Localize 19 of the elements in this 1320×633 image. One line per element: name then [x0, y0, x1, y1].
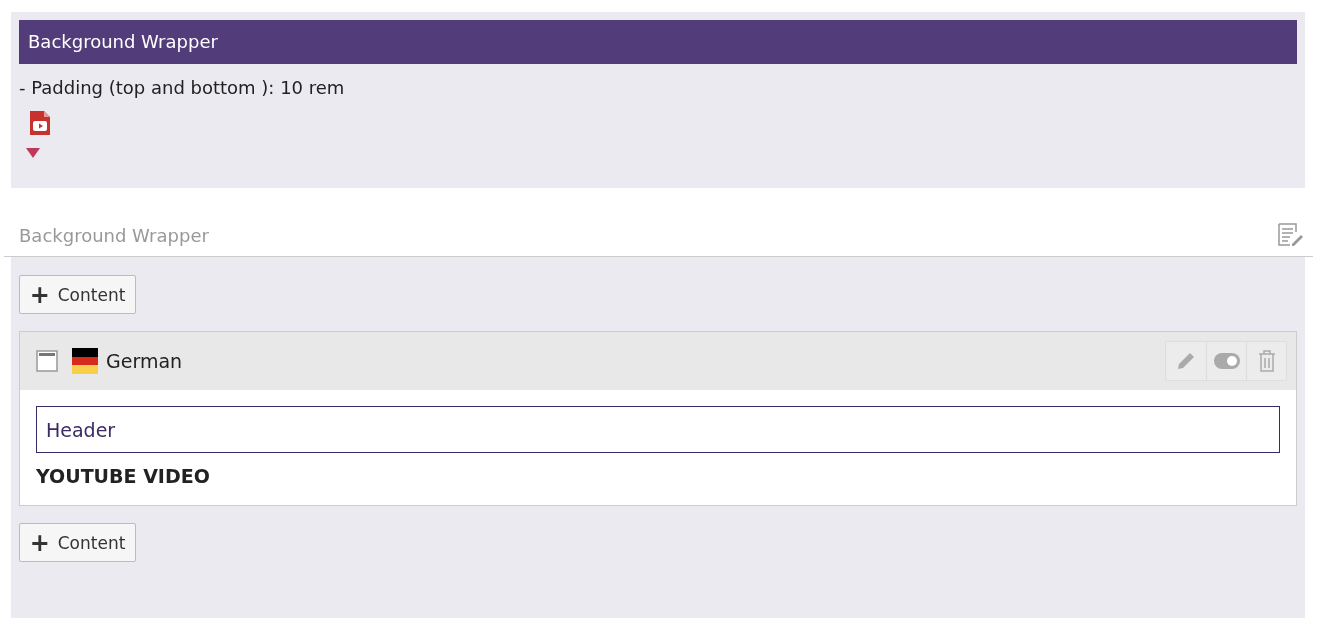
caret-icon[interactable] [26, 148, 40, 158]
edit-document-icon[interactable] [1278, 223, 1304, 247]
video-file-icon [29, 110, 51, 136]
preview-title: Background Wrapper [19, 20, 1297, 64]
padding-info: - Padding (top and bottom ): 10 rem [19, 77, 345, 98]
content-type-label: YOUTUBE VIDEO [36, 465, 211, 487]
delete-button[interactable] [1246, 342, 1286, 380]
section-label: Background Wrapper [19, 224, 209, 246]
add-content-button[interactable]: + Content [19, 275, 136, 314]
pencil-icon [1176, 351, 1196, 371]
toggle-icon [1213, 353, 1240, 369]
language-label: German [106, 350, 183, 372]
header-field[interactable]: Header [36, 406, 1280, 453]
content-type-icon [36, 350, 58, 372]
toggle-button[interactable] [1206, 342, 1246, 380]
flag-icon [72, 348, 98, 374]
trash-icon [1257, 350, 1276, 372]
add-content-button[interactable]: + Content [19, 523, 136, 562]
edit-button[interactable] [1166, 342, 1206, 380]
